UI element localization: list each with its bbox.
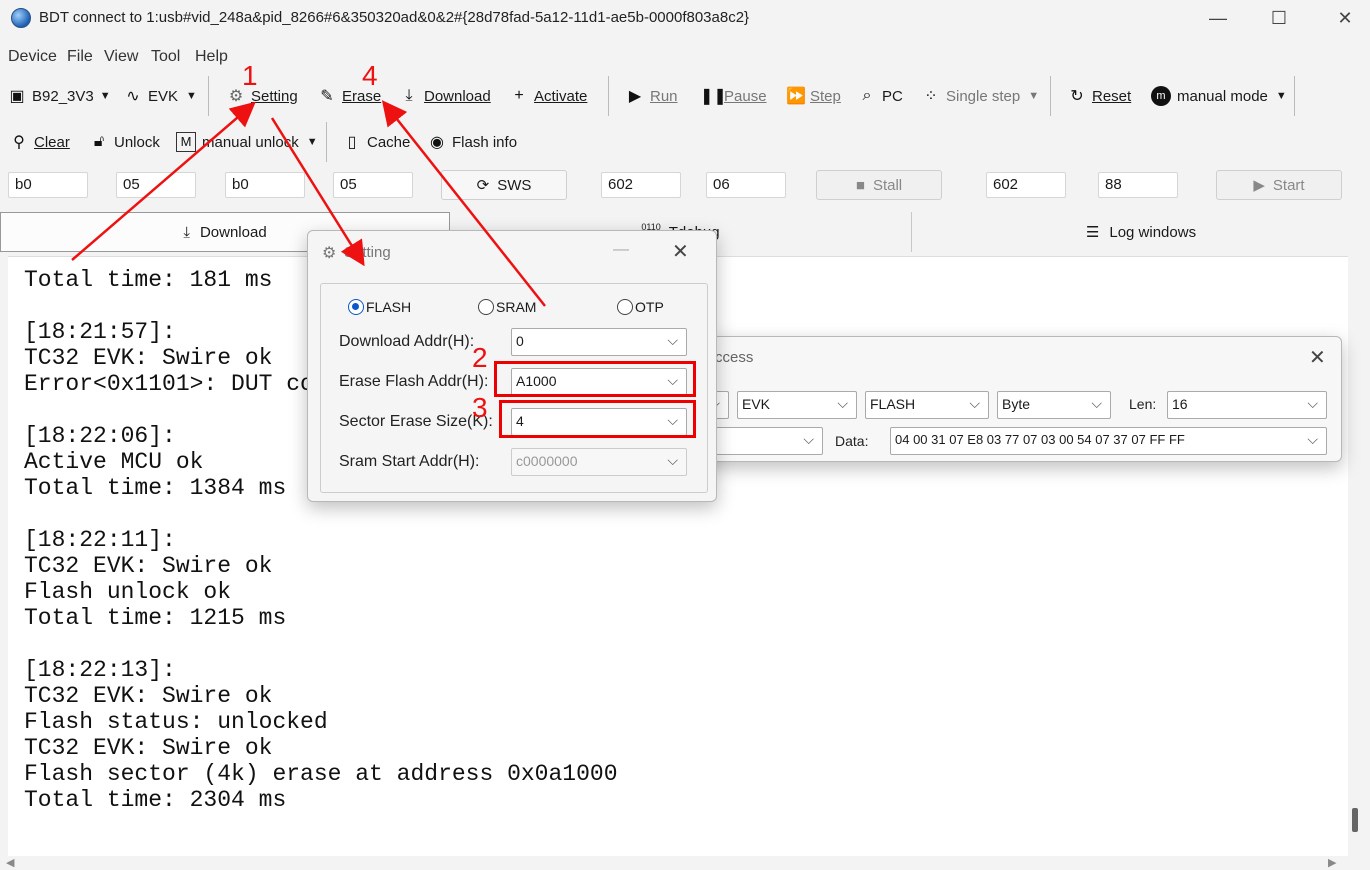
annotation-arrows [71,100,546,307]
arrow-to-setting-dialog [270,117,365,267]
arrow-to-erase [381,100,546,307]
arrow-to-setting [71,101,256,261]
